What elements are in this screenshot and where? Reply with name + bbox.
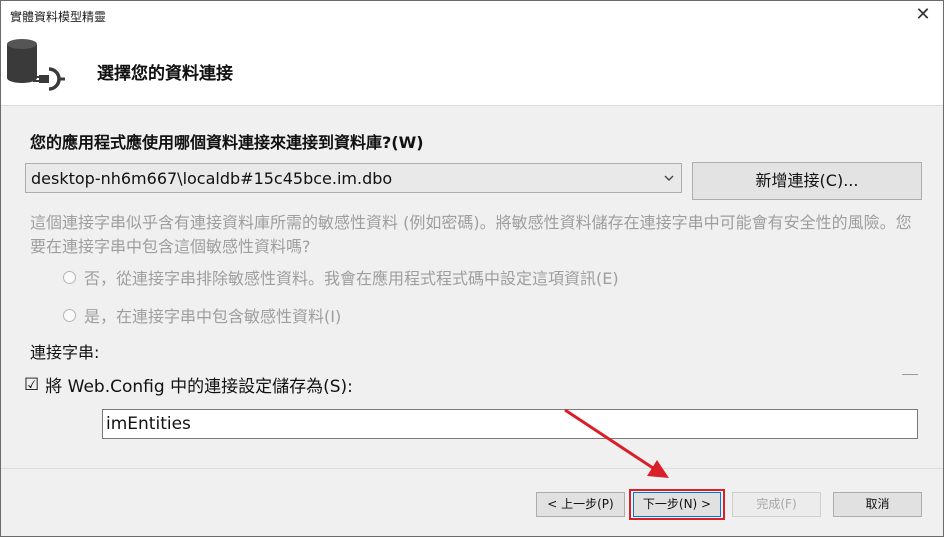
save-config-label: 將 Web.Config 中的連接設定儲存為(S): [45, 377, 353, 397]
footer-divider [1, 468, 943, 469]
new-connection-button[interactable]: 新增連接(C)... [692, 162, 922, 200]
sensitive-data-description: 這個連接字串似乎含有連接資料庫所需的敏感性資料 (例如密碼)。將敏感性資料儲存在… [30, 213, 912, 256]
connection-select[interactable]: desktop-nh6m667\localdb#15c45bce.im.dbo [25, 163, 682, 193]
close-icon[interactable]: ✕ [911, 3, 935, 27]
connection-select-value: desktop-nh6m667\localdb#15c45bce.im.dbo [31, 169, 393, 188]
connection-string-label: 連接字串: [30, 343, 100, 362]
next-button[interactable]: 下一步(N) > [633, 492, 721, 517]
connection-question: 您的應用程式應使用哪個資料連接來連接到資料庫?(W) [30, 133, 424, 152]
title-bar: 實體資料模型精靈 ✕ [1, 1, 943, 31]
chevron-down-icon [664, 175, 674, 181]
wizard-header: 選擇您的資料連接 [1, 31, 943, 106]
radio-circle[interactable] [63, 308, 76, 322]
divider-dash [902, 374, 918, 375]
save-config-row: ☑ 將 Web.Config 中的連接設定儲存為(S): [24, 372, 353, 398]
radio-include-label: 是，在連接字串中包含敏感性資料(I) [84, 307, 342, 326]
wizard-window: 實體資料模型精靈 ✕ 選擇您的資料連接 您的應用程式應使用哪個資料連接來連接到資… [0, 0, 944, 537]
page-title: 選擇您的資料連接 [97, 64, 233, 84]
radio-exclude-label: 否，從連接字串排除敏感性資料。我會在應用程式程式碼中設定這項資訊(E) [84, 269, 619, 288]
database-plug-icon [7, 39, 65, 91]
radio-exclude-sensitive[interactable]: 否，從連接字串排除敏感性資料。我會在應用程式程式碼中設定這項資訊(E) [63, 265, 619, 289]
radio-circle[interactable] [63, 270, 76, 284]
finish-button: 完成(F) [732, 492, 821, 517]
save-config-checkbox[interactable]: ☑ [24, 375, 39, 395]
radio-include-sensitive[interactable]: 是，在連接字串中包含敏感性資料(I) [63, 303, 341, 327]
window-title: 實體資料模型精靈 [10, 10, 107, 24]
wizard-content: 您的應用程式應使用哪個資料連接來連接到資料庫?(W) desktop-nh6m6… [1, 106, 943, 466]
entity-name-input[interactable] [102, 409, 918, 439]
cancel-button[interactable]: 取消 [833, 492, 922, 517]
previous-button[interactable]: < 上一步(P) [536, 492, 625, 517]
annotation-arrow-icon [564, 408, 669, 478]
